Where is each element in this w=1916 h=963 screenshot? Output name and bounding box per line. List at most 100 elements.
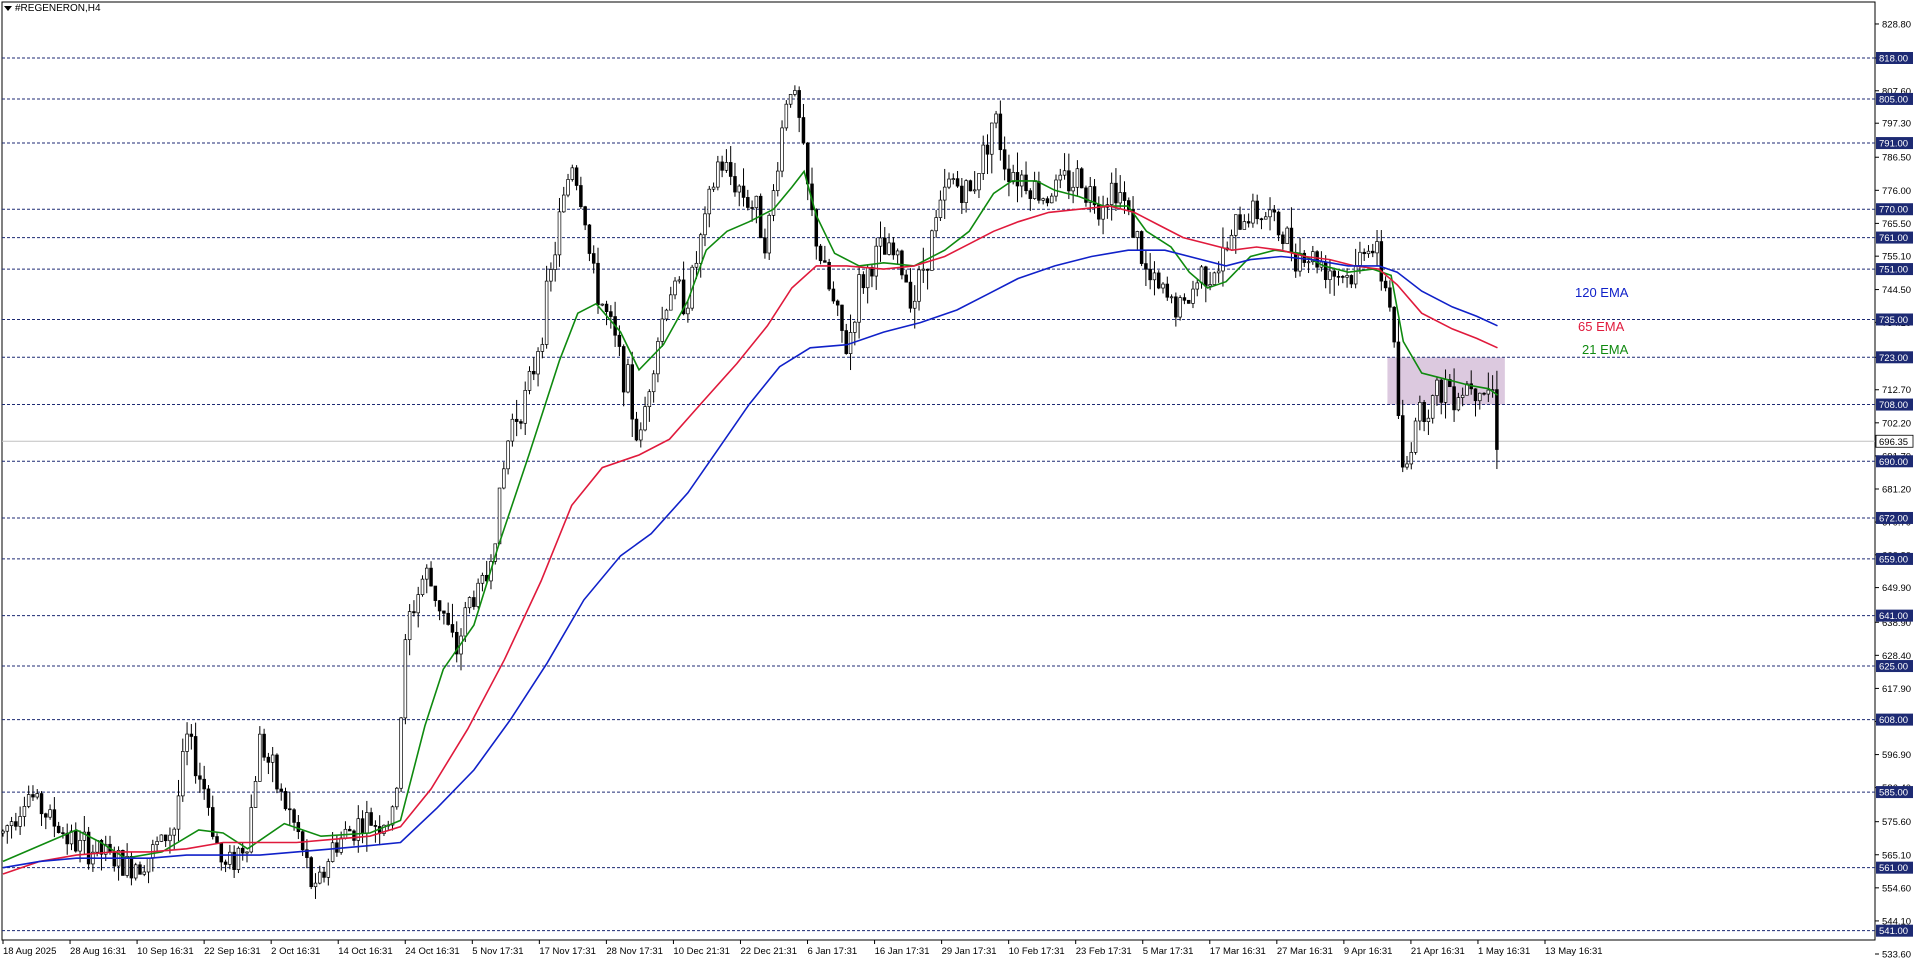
time-tick-label: 22 Dec 21:31 [740, 946, 797, 957]
candle-body [1195, 282, 1200, 290]
candle-body [698, 234, 703, 264]
candle-body [527, 370, 532, 391]
candle-body [1221, 247, 1225, 272]
candle-body [206, 788, 211, 808]
candle-body [236, 847, 241, 870]
candle-body [1028, 190, 1033, 199]
candle-body [857, 274, 861, 323]
candle-body [930, 230, 934, 271]
current-price-label: 696.35 [1879, 437, 1908, 448]
candle-body [373, 825, 378, 827]
candle-body [1, 830, 5, 834]
price-tick-label: 554.60 [1882, 883, 1911, 894]
candle-body [536, 351, 540, 375]
candle-body [1212, 272, 1217, 285]
candle-body [407, 611, 412, 641]
candle-body [61, 832, 65, 835]
candle-body [1109, 182, 1114, 205]
candle-body [437, 600, 442, 612]
price-tick-label: 649.90 [1882, 583, 1911, 594]
candle-body [185, 733, 189, 752]
candle-body [1430, 395, 1435, 419]
candle-body [78, 840, 82, 852]
ema-120-label: 120 EMA [1575, 285, 1629, 300]
candle-body [223, 861, 228, 865]
candle-body [784, 103, 789, 129]
price-chart[interactable]: 828.80818.00807.60797.30786.50776.00765.… [0, 0, 1916, 963]
candle-body [1315, 251, 1319, 268]
candle-body [771, 190, 776, 216]
candle-body [467, 597, 472, 609]
level-label: 708.00 [1879, 400, 1908, 411]
candle-body [656, 341, 660, 375]
candle-body [861, 274, 866, 289]
candle-body [1362, 251, 1366, 255]
time-tick-label: 18 Aug 2025 [3, 946, 56, 957]
time-tick-label: 10 Sep 16:31 [137, 946, 194, 957]
level-label: 751.00 [1879, 265, 1908, 276]
candle-body [168, 834, 172, 842]
time-tick-label: 28 Aug 16:31 [70, 946, 126, 957]
price-tick-label: 828.80 [1882, 19, 1911, 30]
candle-body [146, 857, 151, 873]
candle-body [1443, 379, 1448, 403]
time-tick-label: 27 Mar 16:31 [1277, 946, 1333, 957]
candle-body [1293, 252, 1298, 272]
candle-body [1122, 192, 1127, 201]
candle-body [52, 809, 57, 827]
level-label: 761.00 [1879, 233, 1908, 244]
candle-body [74, 830, 78, 852]
candle-body [313, 882, 318, 888]
candle-body [917, 269, 921, 302]
candle-body [502, 468, 506, 489]
candle-body [335, 842, 339, 853]
candle-body [283, 791, 288, 810]
candle-body [831, 288, 836, 302]
price-tick-label: 712.70 [1882, 385, 1911, 396]
candle-body [1482, 392, 1486, 395]
candle-body [1392, 306, 1396, 343]
time-tick-label: 28 Nov 17:31 [606, 946, 663, 957]
candle-body [1191, 288, 1195, 304]
candle-body [891, 242, 896, 256]
candle-body [450, 624, 455, 633]
candle-body [133, 864, 138, 879]
candle-body [549, 269, 553, 282]
candle-body [292, 809, 296, 823]
candle-body [553, 254, 557, 270]
price-tick-label: 797.30 [1882, 119, 1911, 130]
time-tick-label: 21 Apr 16:31 [1411, 946, 1465, 957]
candle-body [1358, 251, 1362, 266]
price-tick-label: 681.20 [1882, 484, 1911, 495]
candle-body [947, 178, 951, 188]
candle-body [1306, 261, 1311, 264]
candle-body [964, 180, 968, 203]
candle-body [998, 113, 1003, 151]
candle-body [463, 607, 468, 637]
candle-body [429, 567, 433, 587]
candle-body [853, 321, 857, 333]
candle-body [523, 390, 527, 424]
time-tick-label: 5 Mar 17:31 [1143, 946, 1194, 957]
candle-body [193, 736, 198, 777]
level-label: 625.00 [1879, 662, 1908, 673]
candle-body [1263, 216, 1268, 220]
candle-body [198, 775, 202, 780]
candle-body [497, 487, 502, 545]
candle-body [951, 178, 956, 180]
price-tick-label: 765.50 [1882, 219, 1911, 230]
candle-body [677, 279, 682, 282]
candle-body [181, 751, 185, 797]
candle-body [215, 836, 219, 844]
candle-body [883, 237, 887, 255]
level-label: 585.00 [1879, 788, 1908, 799]
candle-body [1456, 397, 1461, 411]
candle-body [1413, 420, 1418, 453]
candle-body [1349, 275, 1354, 285]
candle-body [968, 180, 973, 192]
level-label: 561.00 [1879, 863, 1908, 874]
time-tick-label: 24 Oct 16:31 [405, 946, 459, 957]
candle-body [878, 237, 883, 247]
candle-body [1336, 275, 1341, 278]
candle-body [22, 806, 27, 817]
